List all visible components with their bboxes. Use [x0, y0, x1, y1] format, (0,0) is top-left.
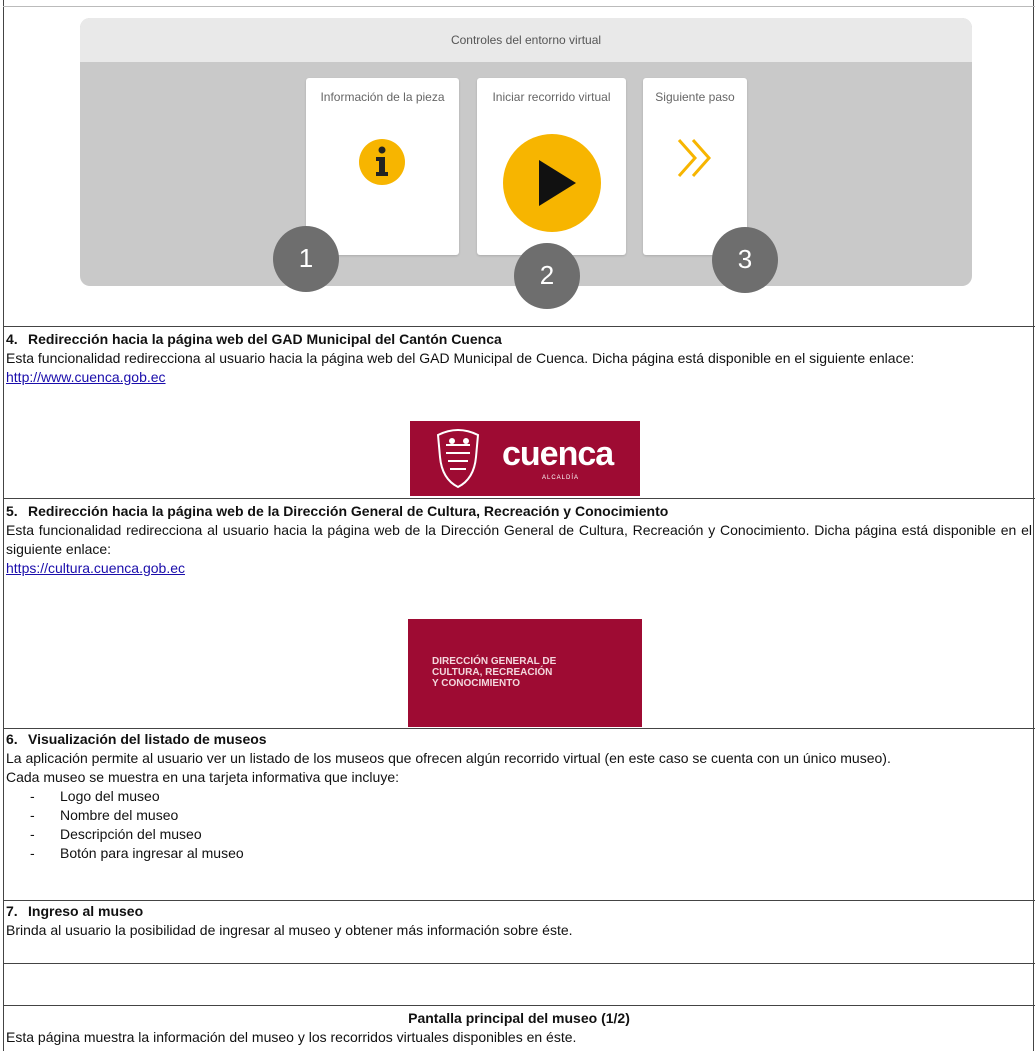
section-4-body: Esta funcionalidad redirecciona al usuar…: [6, 350, 915, 366]
cultura-logo-line2: CULTURA, RECREACIÓN: [432, 667, 553, 678]
step-badge-1: 1: [273, 226, 339, 292]
section-5-body: Esta funcionalidad redirecciona al usuar…: [6, 522, 1032, 557]
info-card-label: Información de la pieza: [320, 90, 445, 104]
section-7-body: Brinda al usuario la posibilidad de ingr…: [6, 922, 573, 938]
cultura-logo-line3: Y CONOCIMIENTO: [432, 678, 520, 689]
section-title-text: Redirección hacia la página web del GAD …: [28, 331, 502, 347]
screen-block: Pantalla principal del museo (1/2) Esta …: [6, 1009, 1032, 1047]
info-card[interactable]: Información de la pieza: [306, 78, 459, 255]
list-item: - Logo del museo: [30, 788, 160, 804]
step-badge-2: 2: [514, 243, 580, 309]
table-row-divider: [3, 1005, 1035, 1006]
document-page: Controles del entorno virtual Informació…: [0, 0, 1035, 1051]
city-crest-icon: [436, 429, 480, 489]
section-title-text: Redirección hacia la página web de la Di…: [28, 503, 669, 519]
section-5: 5. Redirección hacia la página web de la …: [6, 502, 1032, 578]
table-row-divider: [3, 728, 1035, 729]
table-row-divider: [3, 963, 1035, 964]
table-border-right: [1033, 0, 1034, 1051]
next-step-card[interactable]: Siguiente paso: [643, 78, 747, 255]
section-4: 4. Redirección hacia la página web del GA…: [6, 330, 1032, 387]
double-chevron-right-icon: [677, 139, 712, 177]
controls-header: Controles del entorno virtual: [80, 18, 972, 62]
section-number: 5.: [6, 503, 18, 519]
table-row-divider: [3, 900, 1035, 901]
section-7-title: 7. Ingreso al museo: [6, 902, 1032, 921]
section-title-text: Ingreso al museo: [28, 903, 144, 919]
screen-title: Pantalla principal del museo (1/2): [408, 1010, 630, 1026]
museum-card-contents-list: - Logo del museo - Nombre del museo - Descr…: [6, 787, 1032, 863]
section-6: 6. Visualización del listado de museos La…: [6, 730, 1032, 863]
screen-body: Esta página muestra la información del m…: [6, 1029, 577, 1045]
list-item: - Nombre del museo: [30, 807, 179, 823]
cuenca-logo-text: cuenca: [502, 435, 614, 473]
start-tour-card[interactable]: Iniciar recorrido virtual: [477, 78, 626, 255]
cultura-logo-line1: DIRECCIÓN GENERAL DE: [432, 656, 557, 667]
section-title-text: Visualización del listado de museos: [28, 731, 267, 747]
section-number: 6.: [6, 731, 18, 747]
section-5-title: 5. Redirección hacia la página web de la …: [6, 502, 1032, 521]
cuenca-logo[interactable]: cuenca ALCALDÍA: [410, 421, 640, 496]
start-tour-card-label: Iniciar recorrido virtual: [492, 90, 611, 104]
cultura-link[interactable]: https://cultura.cuenca.gob.ec: [6, 560, 185, 576]
step-badge-3: 3: [712, 227, 778, 293]
table-row-divider: [3, 326, 1035, 327]
section-4-title: 4. Redirección hacia la página web del GA…: [6, 330, 1032, 349]
section-6-title: 6. Visualización del listado de museos: [6, 730, 1032, 749]
table-row-divider: [3, 6, 1035, 7]
virtual-controls-mockup: Controles del entorno virtual Informació…: [80, 18, 972, 309]
section-7: 7. Ingreso al museo Brinda al usuario la …: [6, 902, 1032, 940]
section-number: 4.: [6, 331, 18, 347]
list-item: - Botón para ingresar al museo: [30, 845, 244, 861]
cuenca-logo-sub: ALCALDÍA: [542, 475, 580, 481]
next-step-card-label: Siguiente paso: [655, 90, 735, 104]
cultura-logo[interactable]: DIRECCIÓN GENERAL DE CULTURA, RECREACIÓN…: [408, 619, 642, 727]
play-icon: [503, 134, 601, 232]
table-border-left: [3, 0, 4, 1051]
section-number: 7.: [6, 903, 18, 919]
section-6-body2: Cada museo se muestra en una tarjeta inf…: [6, 769, 399, 785]
cuenca-link[interactable]: http://www.cuenca.gob.ec: [6, 369, 166, 385]
list-item: - Descripción del museo: [30, 826, 202, 842]
info-icon: [359, 139, 405, 185]
table-row-divider: [3, 498, 1035, 499]
section-6-body: La aplicación permite al usuario ver un …: [6, 750, 891, 766]
